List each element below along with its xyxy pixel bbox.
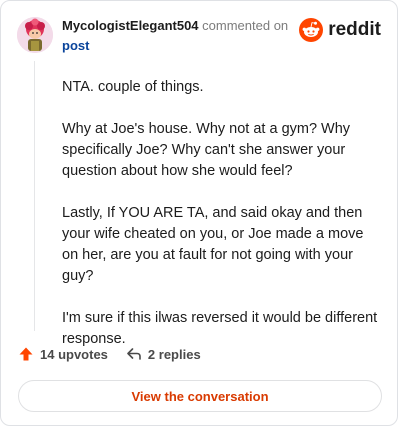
username-link[interactable]: MycologistElegant504 <box>62 18 199 33</box>
comment-paragraph: NTA. couple of things. <box>62 79 204 95</box>
reply-arrow-icon <box>127 348 141 360</box>
upvote-button[interactable]: 14 upvotes <box>18 346 108 362</box>
upvote-count: 14 upvotes <box>40 346 108 362</box>
reddit-snoo-icon <box>299 18 324 42</box>
commented-on-text: commented on <box>202 18 289 33</box>
reddit-logo[interactable]: reddit <box>299 18 381 42</box>
replies-button[interactable]: 2 replies <box>126 346 201 362</box>
comment-paragraph: I'm sure if this ilwas reversed it would… <box>62 310 378 347</box>
upvote-arrow-icon <box>19 347 33 361</box>
comment-header: MycologistElegant504 commented on post <box>62 16 288 56</box>
comment-paragraph: Lastly, If YOU ARE TA, and said okay and… <box>62 205 364 284</box>
comment-card: MycologistElegant504 commented on post r… <box>0 0 398 426</box>
post-link[interactable]: post <box>62 36 288 56</box>
avatar-image <box>17 17 53 53</box>
thread-line <box>34 61 35 331</box>
comment-body: NTA. couple of things. Why at Joe's hous… <box>62 77 382 371</box>
comment-actions: 14 upvotes 2 replies <box>18 346 201 362</box>
avatar[interactable] <box>17 17 53 53</box>
reply-count: 2 replies <box>147 346 201 362</box>
reddit-wordmark: reddit <box>328 19 381 40</box>
comment-paragraph: Why at Joe's house. Why not at a gym? Wh… <box>62 121 351 179</box>
view-conversation-button[interactable]: View the conversation <box>18 380 382 412</box>
